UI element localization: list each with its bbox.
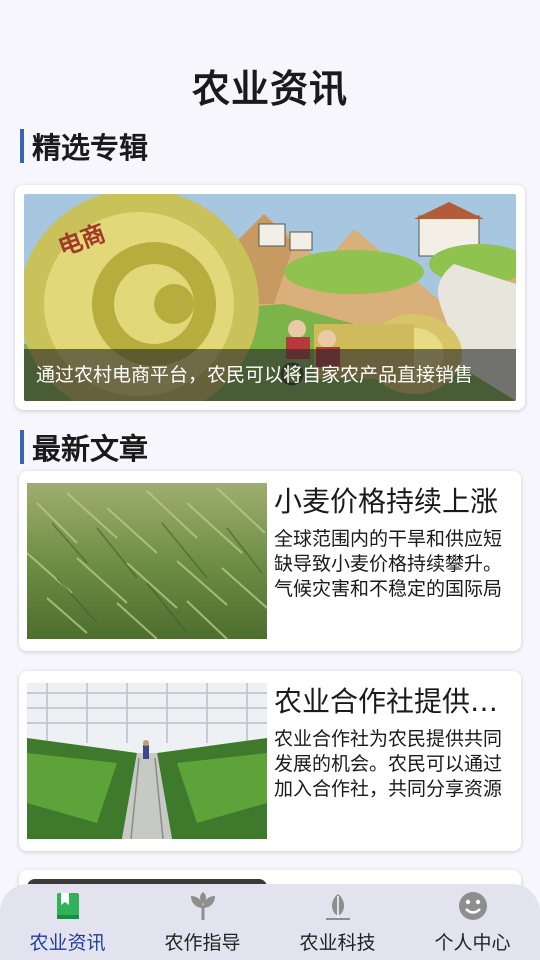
sprout-icon <box>190 892 215 920</box>
nav-item-news[interactable]: 农业资讯 <box>0 884 135 960</box>
nav-item-tech[interactable]: 农业科技 <box>270 884 405 960</box>
section-accent-bar <box>20 129 24 163</box>
section-accent-bar <box>20 430 24 464</box>
wheat-field-photo <box>27 483 267 639</box>
article-summary: 农业合作社为农民提供共同发展的机会。农民可以通过加入合作社，共同分享资源 <box>274 728 503 800</box>
nav-item-profile[interactable]: 个人中心 <box>405 884 540 960</box>
page-title: 农业资讯 <box>191 67 348 111</box>
greenhouse-photo <box>27 683 267 839</box>
plant-icon <box>325 894 350 920</box>
smiley-icon <box>458 892 487 920</box>
book-icon <box>56 893 79 919</box>
article-card[interactable]: 农业合作社提供共同发展机会 农业合作社为农民提供共同发展的机会。农民可以通过加入… <box>19 671 521 851</box>
nav-label: 个人中心 <box>434 932 511 954</box>
article-thumbnail[interactable] <box>27 483 267 639</box>
nav-label: 农业科技 <box>299 932 376 954</box>
article-card[interactable]: 小麦价格持续上涨 全球范围内的干旱和供应短缺导致小麦价格持续攀升。气候灾害和不稳… <box>19 471 521 651</box>
page: 农业资讯 精选专辑 电商 通过农村电商平台，农民可以将自家农产品直接销售 最新文… <box>0 0 540 960</box>
bottom-nav: 农业资讯 农作指导 农业科技 个人中心 <box>0 884 540 960</box>
nav-label: 农业资讯 <box>29 932 106 954</box>
article-title[interactable]: 小麦价格持续上涨 <box>274 483 514 521</box>
featured-banner-image[interactable]: 电商 通过农村电商平台，农民可以将自家农产品直接销售 <box>24 194 516 401</box>
featured-section-title: 精选专辑 <box>32 131 149 165</box>
featured-card[interactable]: 电商 通过农村电商平台，农民可以将自家农产品直接销售 <box>15 185 525 410</box>
featured-section-header: 精选专辑 <box>20 128 149 165</box>
article-thumbnail[interactable] <box>27 683 267 839</box>
nav-item-guidance[interactable]: 农作指导 <box>135 884 270 960</box>
article-summary: 全球范围内的干旱和供应短缺导致小麦价格持续攀升。气候灾害和不稳定的国际局势 <box>274 528 503 600</box>
article-title[interactable]: 农业合作社提供共同发展机会 <box>274 683 514 721</box>
latest-section-title: 最新文章 <box>32 432 149 466</box>
nav-label: 农作指导 <box>164 932 241 954</box>
featured-caption: 通过农村电商平台，农民可以将自家农产品直接销售 <box>24 349 516 401</box>
latest-section-header: 最新文章 <box>20 429 149 466</box>
